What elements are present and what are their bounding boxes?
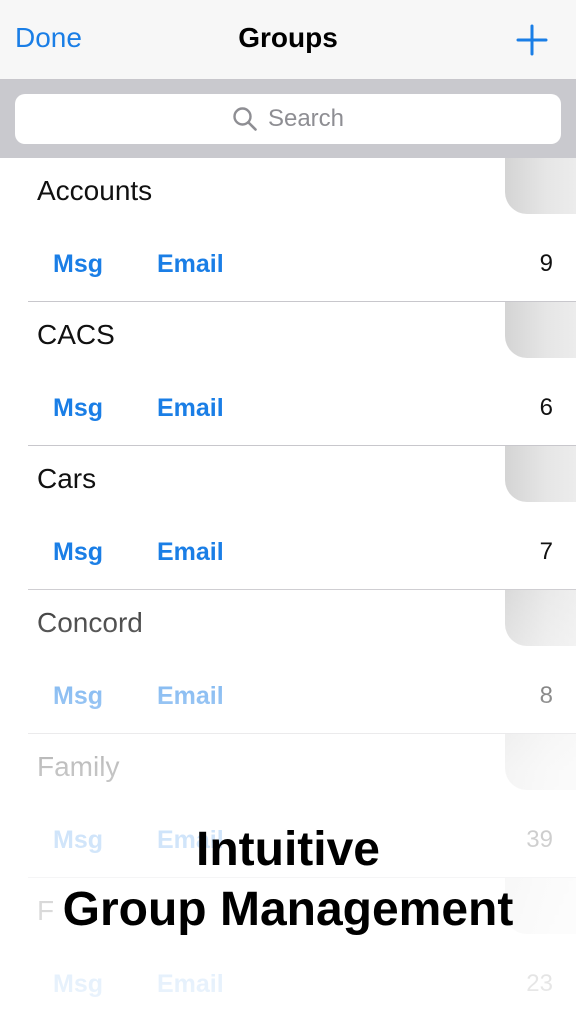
list-item[interactable]: Concord Msg Email 8 [0,590,576,734]
group-name: CACS [37,319,115,350]
member-count: 23 [526,970,553,997]
group-tab [505,302,576,358]
member-count: 9 [539,250,553,277]
member-count: 8 [539,682,553,709]
msg-button[interactable]: Msg [53,538,103,567]
group-tab [505,734,576,790]
msg-button[interactable]: Msg [53,970,103,999]
member-count: 6 [539,394,553,421]
search-input[interactable]: Search [15,94,561,144]
email-button[interactable]: Email [157,538,224,567]
group-tab [505,590,576,646]
list-item[interactable]: Accounts Msg Email 9 [0,158,576,302]
list-item[interactable]: Cars Msg Email 7 [0,446,576,590]
msg-button[interactable]: Msg [53,394,103,423]
group-name: Concord [37,607,143,638]
navigation-bar: Done Groups [0,0,576,80]
search-icon [233,107,257,131]
page-title: Groups [238,22,338,53]
plus-icon[interactable] [516,24,548,56]
group-name: Family [37,751,120,782]
msg-button[interactable]: Msg [53,682,103,711]
search-placeholder: Search [267,105,345,132]
email-button[interactable]: Email [157,250,224,279]
promo-line-2: Group Management [62,883,514,936]
search-bar: Search [0,80,576,158]
list-item[interactable]: CACS Msg Email 6 [0,302,576,446]
email-button[interactable]: Email [157,394,224,423]
promo-line-1: Intuitive [195,823,380,876]
group-name: Cars [37,463,97,494]
email-button[interactable]: Email [157,970,224,999]
group-tab [505,446,576,502]
member-count: 7 [539,538,553,565]
group-name: Accounts [37,175,153,206]
group-tab [505,158,576,214]
email-button[interactable]: Email [157,682,224,711]
msg-button[interactable]: Msg [53,250,103,279]
